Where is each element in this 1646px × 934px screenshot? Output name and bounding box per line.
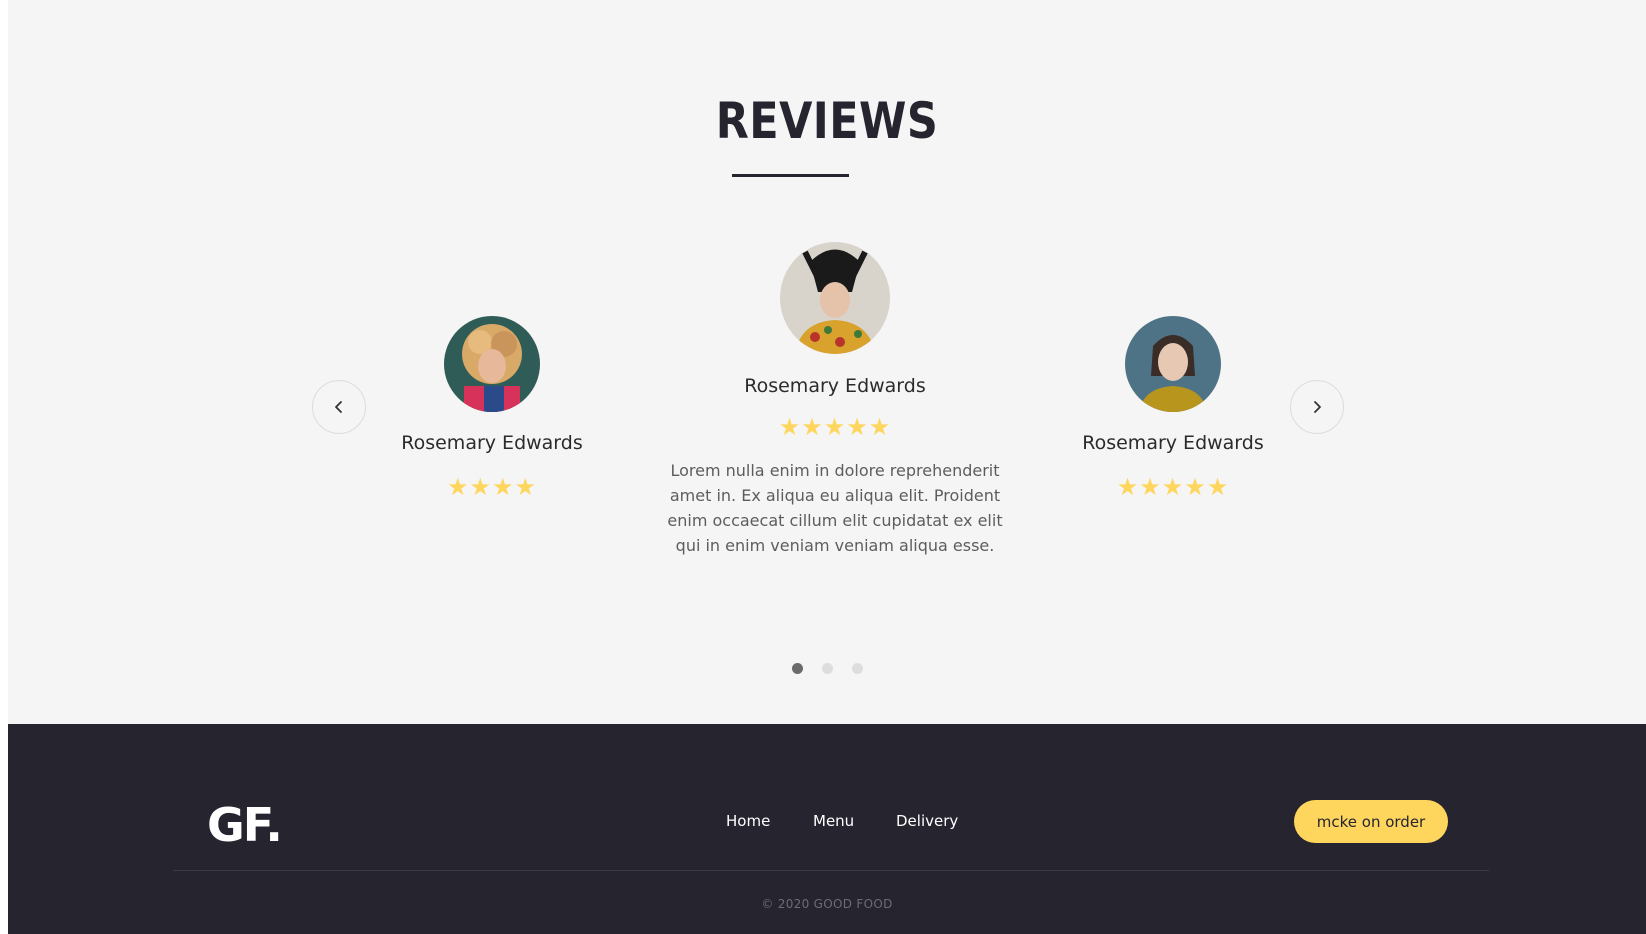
reviewer-name: Rosemary Edwards <box>401 432 583 454</box>
star-rating: ★★★★ <box>446 474 538 501</box>
footer-divider <box>173 870 1489 871</box>
pagination-dot[interactable] <box>792 663 803 674</box>
page: REVIEWS Rosemary Edwards ★★★★ Rosemary E… <box>8 0 1646 934</box>
footer: GF. Home Menu Delivery mcke on order © 2… <box>8 724 1646 934</box>
reviews-section: REVIEWS Rosemary Edwards ★★★★ Rosemary E… <box>8 0 1646 724</box>
star-rating: ★★★★★ <box>1116 474 1230 501</box>
nav-home-link[interactable]: Home <box>726 812 770 830</box>
next-button[interactable] <box>1290 380 1344 434</box>
review-text: Lorem nulla enim in dolore reprehenderit… <box>667 461 1003 555</box>
chevron-right-icon <box>1314 401 1321 413</box>
carousel-pagination <box>8 663 1646 675</box>
chevron-left-icon <box>335 401 342 413</box>
reviewer-name: Rosemary Edwards <box>1082 432 1264 454</box>
reviewer-avatar <box>780 242 890 354</box>
copyright-text: © 2020 GOOD FOOD <box>761 897 893 911</box>
pagination-dot[interactable] <box>852 663 863 674</box>
reviewer-avatar <box>1125 316 1221 412</box>
reviews-title: REVIEWS <box>715 92 939 150</box>
make-order-button[interactable]: mcke on order <box>1294 800 1448 843</box>
reviewer-name: Rosemary Edwards <box>744 375 926 397</box>
title-underline <box>732 174 849 177</box>
prev-button[interactable] <box>312 380 366 434</box>
logo[interactable]: GF. <box>207 798 283 852</box>
nav-menu-link[interactable]: Menu <box>813 812 854 830</box>
star-rating: ★★★★★ <box>778 414 892 441</box>
nav-delivery-link[interactable]: Delivery <box>896 812 958 830</box>
reviewer-avatar <box>444 316 540 412</box>
pagination-dot[interactable] <box>822 663 833 674</box>
